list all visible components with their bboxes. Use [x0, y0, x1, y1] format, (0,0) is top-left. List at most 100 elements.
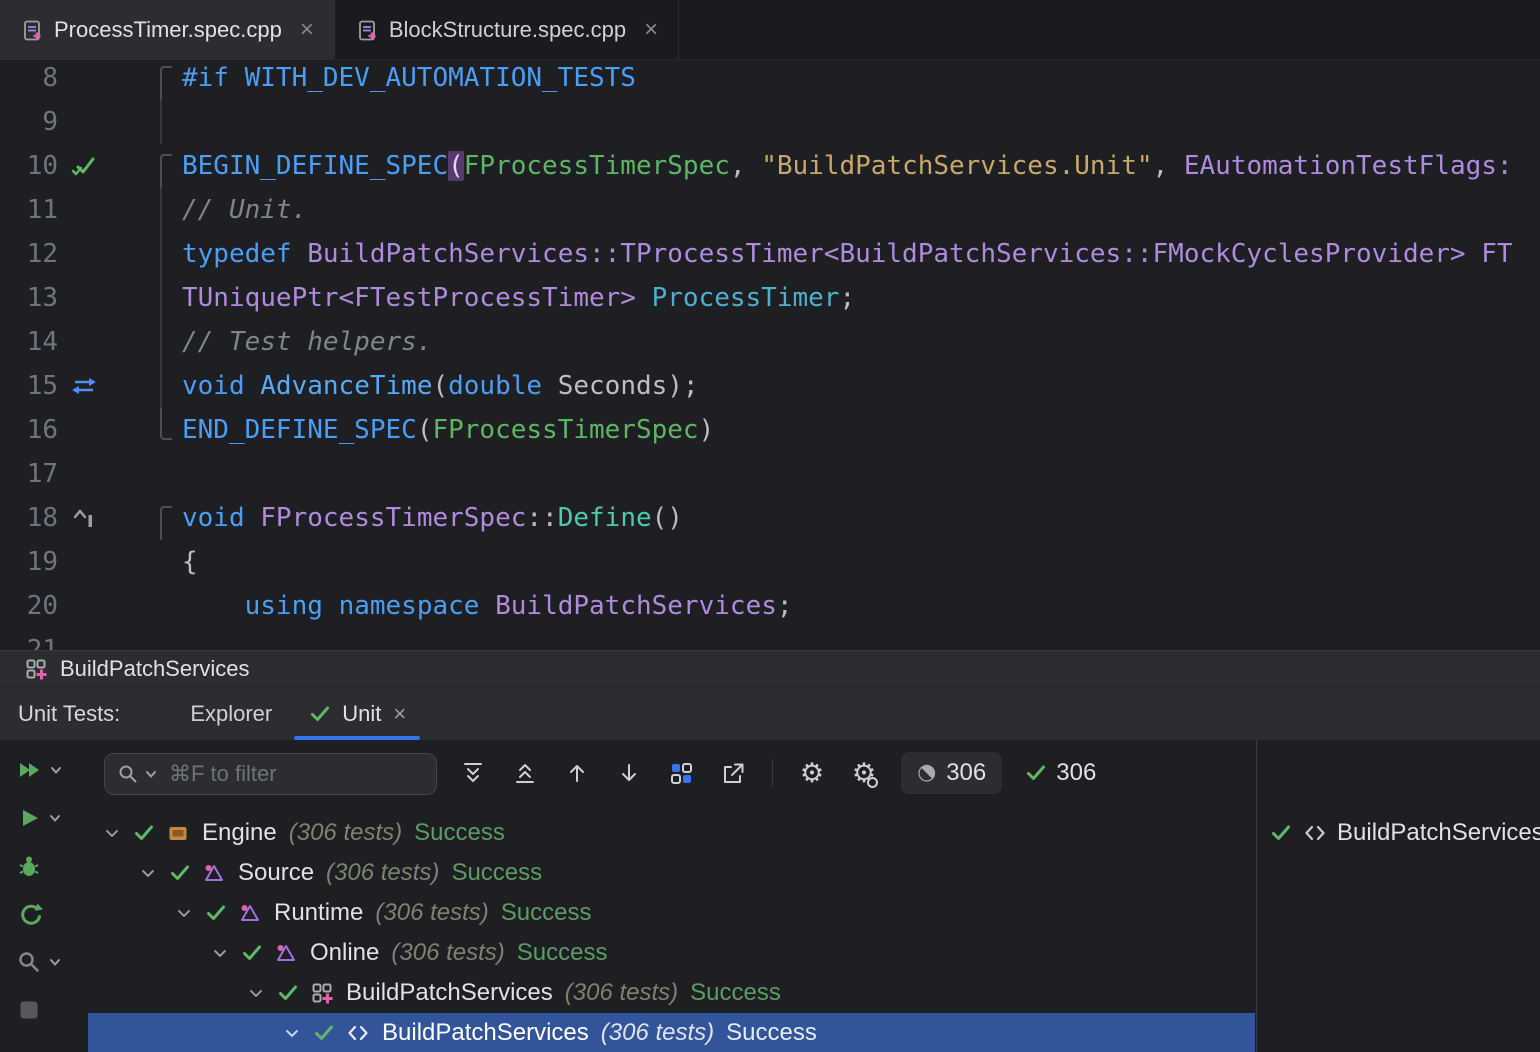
chevron-slot[interactable] — [174, 901, 194, 925]
code-line[interactable]: 21 — [0, 628, 1540, 650]
code-text: // Test helpers. — [176, 327, 432, 357]
chevron-down-icon[interactable] — [138, 861, 158, 885]
run-button[interactable] — [16, 794, 88, 842]
code-line[interactable]: 15void AdvanceTime(double Seconds); — [0, 364, 1540, 408]
fold-column — [110, 584, 176, 628]
check-icon — [204, 901, 228, 925]
test-count: (306 tests) — [375, 899, 488, 927]
code-line[interactable]: 9 — [0, 100, 1540, 144]
code-line[interactable]: 8#if WITH_DEV_AUTOMATION_TESTS — [0, 60, 1540, 100]
rerun-icon — [16, 901, 43, 928]
run-rail — [0, 740, 88, 1052]
previous-button[interactable] — [562, 758, 592, 788]
code-line[interactable]: 20 using namespace BuildPatchServices; — [0, 584, 1540, 628]
recursive-call-gutter-icon[interactable] — [70, 372, 98, 400]
fold-column — [110, 320, 176, 364]
fold-column[interactable] — [110, 408, 176, 452]
dropdown-caret-icon[interactable] — [50, 764, 62, 776]
expand-all-button[interactable] — [458, 758, 488, 788]
code-line[interactable]: 13TUniquePtr<FTestProcessTimer> ProcessT… — [0, 276, 1540, 320]
dropdown-caret-icon[interactable] — [49, 956, 61, 968]
test-tree-row[interactable]: BuildPatchServices(306 tests)Success — [88, 973, 1255, 1013]
editor-tab[interactable]: ProcessTimer.spec.cpp × — [0, 0, 335, 59]
detail-suite-row[interactable]: BuildPatchServices — [1257, 813, 1540, 853]
test-tree-row[interactable]: BuildPatchServices(306 tests)Success — [88, 1013, 1255, 1052]
chevron-down-icon[interactable] — [246, 981, 266, 1005]
total-count-badge[interactable]: ◑ 306 — [901, 752, 1002, 794]
run-all-tests-icon — [16, 757, 43, 783]
close-tab-icon[interactable]: × — [644, 16, 658, 44]
code-line[interactable]: 17 — [0, 452, 1540, 496]
test-passed-gutter-icon[interactable] — [70, 152, 98, 180]
run-all-button[interactable] — [16, 746, 88, 794]
filter-input[interactable]: ⌘F to filter — [104, 753, 437, 795]
test-tree-row[interactable]: Runtime(306 tests)Success — [88, 893, 1255, 933]
chevron-slot[interactable] — [210, 941, 230, 965]
test-tree-row[interactable]: Online(306 tests)Success — [88, 933, 1255, 973]
engine-icon — [166, 821, 190, 845]
passed-check-icon-slot — [240, 941, 264, 965]
code-line[interactable]: 11// Unit. — [0, 188, 1540, 232]
cpp-file-icon — [20, 18, 44, 42]
code-editor[interactable]: 8#if WITH_DEV_AUTOMATION_TESTS910BEGIN_D… — [0, 60, 1540, 650]
unit-tests-tab-strip: Unit Tests: Explorer Unit × — [0, 686, 1540, 740]
close-tab-icon[interactable]: × — [300, 16, 314, 44]
chevron-slot[interactable] — [282, 1021, 302, 1045]
collapse-all-button[interactable] — [510, 758, 540, 788]
tab-passed-check-icon-slot — [308, 702, 332, 726]
line-number: 21 — [0, 635, 58, 650]
fold-column[interactable] — [110, 60, 176, 100]
tool-window-header[interactable]: BuildPatchServices — [0, 650, 1540, 686]
code-line[interactable]: 18void FProcessTimerSpec::Define() — [0, 496, 1540, 540]
editor-tab[interactable]: BlockStructure.spec.cpp× — [335, 0, 679, 59]
test-name: Engine — [202, 819, 277, 847]
inspect-button[interactable] — [16, 938, 88, 986]
export-button[interactable] — [718, 758, 748, 788]
total-tests-icon: ◑ — [912, 758, 941, 787]
code-line[interactable]: 16END_DEFINE_SPEC(FProcessTimerSpec) — [0, 408, 1540, 452]
fold-column[interactable] — [110, 496, 176, 540]
code-line[interactable]: 19{ — [0, 540, 1540, 584]
code-lines: 8#if WITH_DEV_AUTOMATION_TESTS910BEGIN_D… — [0, 60, 1540, 650]
search-options-caret-slot[interactable] — [145, 768, 157, 780]
module-icon — [202, 861, 226, 885]
chevron-slot[interactable] — [246, 981, 266, 1005]
chevron-down-icon[interactable] — [174, 901, 194, 925]
editor-tab-label: ProcessTimer.spec.cpp — [54, 17, 282, 43]
check-icon — [132, 821, 156, 845]
group-by-button[interactable] — [666, 758, 696, 788]
gutter[interactable] — [58, 504, 110, 532]
chevron-down-icon[interactable] — [282, 1021, 302, 1045]
check-icon — [308, 702, 332, 726]
options-button[interactable]: ⚙ — [849, 758, 879, 788]
test-tree-row[interactable]: Source(306 tests)Success — [88, 853, 1255, 893]
code-text: // Unit. — [176, 195, 307, 225]
debug-button[interactable] — [16, 842, 88, 890]
tab-unit[interactable]: Unit × — [290, 687, 424, 740]
override-up-gutter-icon[interactable] — [70, 504, 98, 532]
tool-window-title: BuildPatchServices — [60, 656, 250, 682]
line-number: 14 — [0, 327, 58, 357]
rerun-button[interactable] — [16, 890, 88, 938]
dropdown-caret-icon[interactable] — [145, 768, 157, 780]
tab-explorer[interactable]: Explorer — [172, 687, 290, 740]
code-text: TUniquePtr<FTestProcessTimer> ProcessTim… — [176, 283, 855, 313]
next-button[interactable] — [614, 758, 644, 788]
chevron-slot[interactable] — [102, 821, 122, 845]
passed-count-badge[interactable]: 306 — [1024, 759, 1096, 787]
chevron-down-icon[interactable] — [102, 821, 122, 845]
passed-check-icon-slot — [312, 1021, 336, 1045]
code-line[interactable]: 14 // Test helpers. — [0, 320, 1540, 364]
dropdown-caret-icon[interactable] — [49, 812, 61, 824]
fold-column[interactable] — [110, 144, 176, 188]
module-icon — [238, 901, 262, 925]
gutter[interactable] — [58, 372, 110, 400]
settings-button[interactable]: ⚙ — [797, 758, 827, 788]
chevron-slot[interactable] — [138, 861, 158, 885]
code-line[interactable]: 12typedef BuildPatchServices::TProcessTi… — [0, 232, 1540, 276]
gutter[interactable] — [58, 152, 110, 180]
test-tree-row[interactable]: Engine(306 tests)Success — [88, 813, 1255, 853]
chevron-down-icon[interactable] — [210, 941, 230, 965]
code-line[interactable]: 10BEGIN_DEFINE_SPEC(FProcessTimerSpec, "… — [0, 144, 1540, 188]
close-icon[interactable]: × — [393, 701, 406, 727]
